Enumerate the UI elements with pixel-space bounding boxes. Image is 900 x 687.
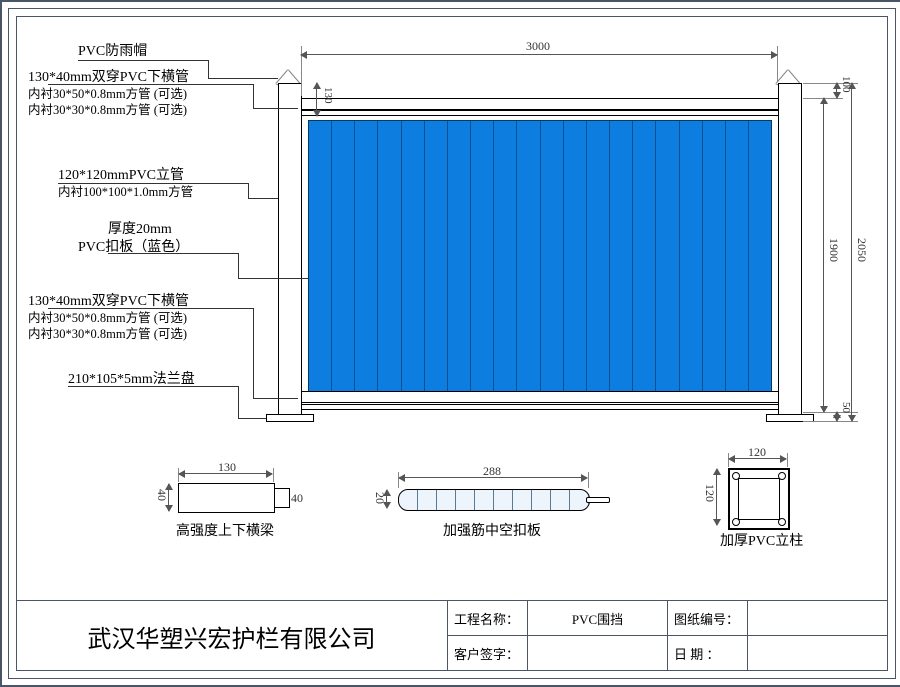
ext-line	[588, 472, 589, 488]
leader	[248, 183, 249, 198]
dim-pst-w-val: 120	[748, 445, 766, 460]
title-grid: 工程名称： PVC围挡 图纸编号： 客户签字： 日 期 ：	[447, 601, 888, 671]
post-section	[728, 468, 790, 530]
leader	[238, 253, 239, 278]
flange-left	[266, 414, 314, 422]
leader	[208, 60, 209, 78]
lbl-panel-type: PVC扣板（蓝色）	[78, 238, 189, 258]
drawing-val	[748, 601, 888, 636]
panel-rod	[586, 497, 610, 503]
dim-top-gap-val: 130	[322, 87, 334, 104]
dim-cb-h-val: 40	[154, 489, 169, 501]
lbl-post-liner: 内衬100*100*1.0mm方管	[58, 184, 193, 202]
rain-cap-left	[276, 70, 300, 84]
lbl-crossbeam: 高强度上下横梁	[176, 522, 274, 542]
drawing-sheet: 3000 130 100 1900 2050 50 PVC防雨帽 130*40m…	[0, 0, 900, 687]
lbl-liner-a2: 内衬30*50*0.8mm方管 (可选)	[28, 310, 187, 328]
lbl-panel-detail: 加强筋中空扣板	[443, 522, 541, 542]
dim-base-h	[836, 412, 837, 421]
dim-width-val: 3000	[526, 39, 550, 54]
project-lbl: 工程名称：	[448, 601, 528, 636]
dim-cb-h2-val: 40	[291, 491, 303, 506]
lbl-liner-b1: 内衬30*30*0.8mm方管 (可选)	[28, 102, 187, 120]
leader	[238, 418, 266, 419]
lbl-top-rail: 130*40mm双穿PVC下横管	[28, 68, 189, 88]
leader	[238, 386, 239, 418]
lbl-liner-a1: 内衬30*50*0.8mm方管 (可选)	[28, 86, 187, 104]
post-left	[278, 83, 302, 415]
leader	[253, 308, 254, 398]
leader	[248, 198, 278, 199]
lbl-bottom-rail: 130*40mm双穿PVC下横管	[28, 292, 189, 312]
top-rail	[301, 98, 779, 110]
panel-profile	[398, 489, 590, 511]
bottom-rail	[301, 391, 779, 403]
dim-panel-h-val: 1900	[826, 238, 841, 262]
dim-total-h-val: 2050	[854, 238, 869, 262]
leader	[238, 278, 308, 279]
signature-lbl: 客户签字：	[448, 636, 528, 671]
top-rail-b	[301, 110, 779, 116]
dim-cb-w-val: 130	[218, 460, 236, 475]
company-name: 武汉华塑兴宏护栏有限公司	[88, 619, 376, 654]
crossbeam-profile	[178, 483, 275, 513]
lbl-flange: 210*105*5mm法兰盘	[68, 370, 195, 390]
lbl-post-detail: 加厚PVC立柱	[720, 532, 803, 552]
dim-base-h-val: 50	[840, 402, 852, 413]
date-val	[748, 636, 888, 671]
post-right	[778, 83, 802, 415]
leader	[253, 84, 254, 108]
drawing-lbl: 图纸编号：	[668, 601, 748, 636]
dim-top-gap	[316, 83, 317, 116]
lbl-post: 120*120mmPVC立管	[58, 166, 184, 186]
drawing-area: 3000 130 100 1900 2050 50 PVC防雨帽 130*40m…	[28, 28, 876, 585]
leader	[253, 398, 298, 399]
lbl-liner-b2: 内衬30*30*0.8mm方管 (可选)	[28, 326, 187, 344]
dim-post-top	[836, 83, 837, 98]
project-val: PVC围挡	[528, 601, 668, 636]
dim-total-h	[851, 83, 852, 421]
blue-panel	[308, 120, 772, 392]
lbl-thickness: 厚度20mm	[108, 220, 172, 240]
signature-val	[528, 636, 668, 671]
date-lbl: 日 期 ：	[668, 636, 748, 671]
leader	[253, 108, 298, 109]
crossbeam-stub	[274, 488, 290, 508]
dim-panel-h	[823, 98, 824, 412]
bottom-rail-b	[301, 404, 779, 410]
title-block: 武汉华塑兴宏护栏有限公司 工程名称： PVC围挡 图纸编号： 客户签字： 日 期…	[16, 600, 888, 671]
dim-pnl-w-val: 288	[483, 464, 501, 479]
dim-pst-h-val: 120	[702, 484, 717, 502]
rain-cap-right	[776, 70, 800, 84]
ext-line	[787, 453, 788, 467]
lbl-rain-cap: PVC防雨帽	[78, 42, 147, 62]
dim-pnl-h-val: 20	[372, 492, 387, 504]
ext-line	[273, 468, 274, 482]
dim-width	[301, 54, 777, 55]
leader	[208, 78, 278, 79]
